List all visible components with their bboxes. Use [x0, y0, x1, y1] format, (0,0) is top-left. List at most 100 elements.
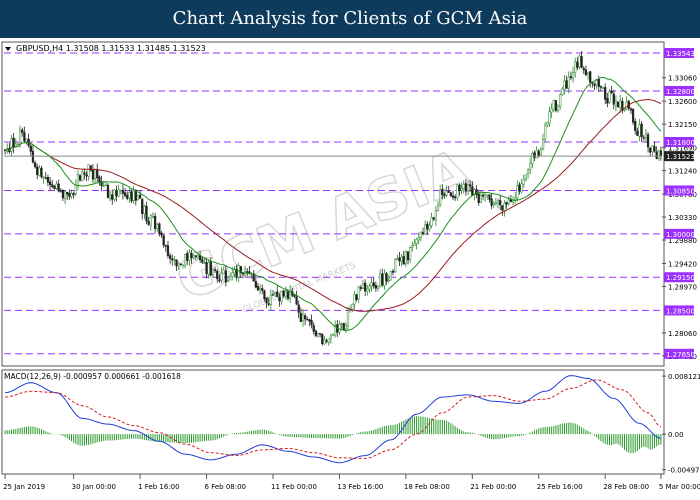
candle-down: [634, 121, 637, 131]
candle-down: [616, 101, 620, 108]
symbol-info: GBPUSD,H4 1.31508 1.31533 1.31485 1.3152…: [16, 44, 206, 53]
candle-up: [396, 258, 399, 260]
level-tag-label: 1.28500: [666, 307, 695, 315]
candle-down: [488, 194, 491, 200]
candle-up: [76, 174, 80, 187]
candle-down: [584, 69, 588, 75]
level-tag-label: 1.30850: [666, 187, 695, 195]
candle-up: [149, 215, 152, 226]
candle-up: [63, 191, 67, 199]
candle-up: [156, 224, 159, 229]
candle-up: [117, 189, 120, 197]
candle-down: [308, 319, 311, 322]
candle-up: [346, 310, 350, 327]
candle-up: [541, 139, 545, 150]
candle-up: [409, 247, 412, 260]
price-tick-label: 1.28970: [668, 283, 697, 291]
candle-down: [254, 281, 257, 288]
candle-up: [301, 314, 305, 322]
candle-up: [484, 194, 487, 197]
candle-down: [164, 244, 167, 247]
candle-up: [434, 209, 437, 221]
candle-up: [229, 276, 232, 281]
candle-up: [231, 272, 234, 277]
level-tag-label: 1.30000: [666, 231, 695, 239]
level-tag-label: 1.31800: [666, 139, 695, 147]
candle-up: [522, 179, 525, 185]
candle-up: [529, 163, 532, 171]
candle-down: [381, 273, 384, 286]
candle-up: [413, 243, 416, 246]
candle-down: [51, 184, 54, 187]
candle-up: [366, 288, 369, 292]
candle-down: [44, 177, 47, 179]
level-tag-label: 1.29150: [666, 274, 695, 282]
candle-down: [201, 259, 204, 263]
candle-up: [586, 72, 590, 75]
candle-down: [293, 295, 296, 297]
candle-up: [42, 176, 45, 179]
candle-up: [329, 335, 332, 339]
candle-up: [173, 259, 176, 261]
candle-down: [319, 333, 322, 335]
candle-up: [424, 224, 427, 235]
candle-up: [526, 169, 530, 174]
candle-down: [659, 150, 663, 157]
candle-down: [443, 194, 446, 196]
candle-up: [14, 143, 17, 147]
candle-up: [177, 262, 180, 266]
candle-up: [430, 217, 433, 226]
candle-down: [36, 166, 39, 175]
current-price-tag-text: 1.31523: [666, 153, 695, 161]
candle-down: [29, 145, 32, 152]
candle-up: [323, 339, 326, 345]
candle-up: [439, 189, 442, 205]
candle-down: [261, 288, 264, 291]
candle-down: [218, 279, 221, 282]
candle-up: [419, 231, 422, 239]
candle-up: [55, 183, 58, 189]
candle-up: [203, 262, 206, 264]
candle-down: [78, 175, 82, 181]
candle-down: [569, 76, 573, 79]
candle-up: [578, 55, 581, 68]
candle-down: [597, 79, 600, 87]
time-tick-label: 18 Feb 08:00: [404, 483, 450, 491]
candle-down: [111, 194, 114, 200]
candle-down: [565, 80, 568, 89]
candle-down: [449, 192, 452, 197]
candle-down: [59, 190, 62, 192]
candle-down: [286, 291, 290, 299]
candle-down: [469, 184, 472, 187]
candle-down: [471, 186, 474, 196]
candle-down: [147, 221, 150, 225]
candle-up: [445, 190, 448, 196]
candle-down: [359, 287, 362, 289]
candle-up: [556, 105, 560, 112]
price-tick-label: 1.33060: [668, 75, 697, 83]
candle-down: [458, 184, 461, 192]
candle-down: [171, 258, 174, 261]
candle-down: [126, 195, 129, 199]
candle-down: [48, 181, 52, 185]
candle-up: [400, 256, 403, 262]
candle-up: [280, 290, 283, 303]
candle-down: [599, 86, 603, 88]
candle-down: [533, 152, 536, 158]
candle-up: [132, 190, 135, 201]
time-tick-label: 1 Feb 16:00: [138, 483, 179, 491]
candle-up: [415, 239, 418, 244]
candle-down: [169, 255, 172, 259]
candle-up: [563, 80, 566, 90]
candle-up: [211, 269, 215, 276]
candle-up: [113, 189, 116, 200]
candle-down: [655, 151, 658, 159]
candle-up: [368, 285, 371, 290]
price-tick-label: 1.30330: [668, 214, 697, 222]
candle-up: [601, 86, 605, 89]
time-tick-label: 30 Jan 00:00: [72, 483, 116, 491]
price-chart: GCM ASIA GLOBAL CAPITAL MARKETS 1.330601…: [0, 38, 700, 500]
candle-down: [342, 323, 345, 330]
candle-up: [383, 273, 386, 286]
price-tick-label: 1.28060: [668, 330, 697, 338]
